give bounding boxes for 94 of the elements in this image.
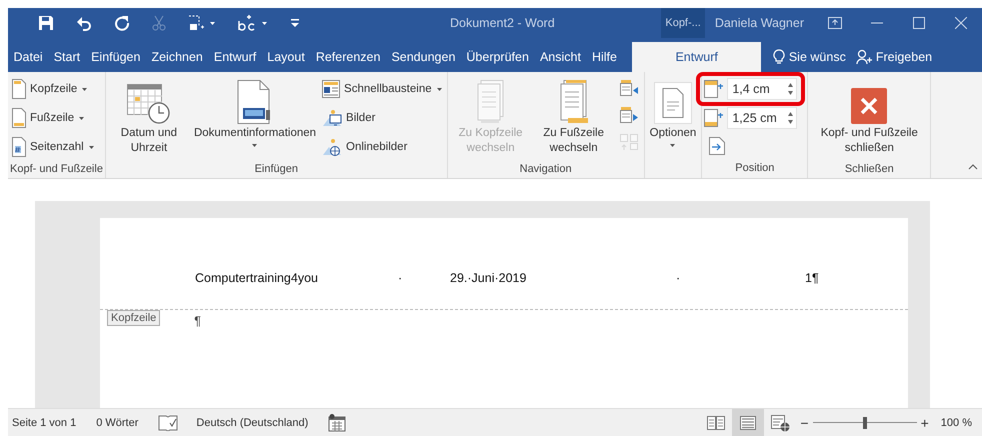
ribbon-tab[interactable]: Überprüfen — [460, 42, 534, 72]
goto-footer-icon — [558, 80, 590, 124]
undo-icon — [76, 15, 92, 31]
macro-recorder-icon — [328, 414, 346, 432]
paragraph-mark: ¶ — [194, 314, 201, 328]
spelling-icon — [238, 15, 256, 31]
read-mode-icon — [706, 414, 726, 430]
ribbon-button[interactable]: Schnellbausteine — [320, 76, 445, 102]
document-info-icon — [236, 80, 273, 124]
share-button[interactable]: Freigeben — [852, 42, 936, 72]
view-button[interactable] — [732, 409, 764, 436]
ribbon-button[interactable]: Fußzeile — [10, 105, 97, 131]
ribbon-button[interactable]: Kopfzeile — [10, 76, 97, 102]
header-text: 29.·Juni·2019 — [450, 271, 528, 285]
lightbulb-icon — [772, 49, 785, 65]
caret-icon — [669, 143, 676, 148]
ribbon-button[interactable]: Kopf- und Fußzeile schließen — [810, 76, 928, 160]
proofing-book-icon — [158, 414, 178, 430]
alignment-tab-icon — [709, 137, 726, 155]
close-icon — [955, 17, 967, 29]
spin-field[interactable]: 1,25 cm — [727, 107, 798, 129]
header-label: Kopfzeile — [107, 310, 160, 326]
page-footer-icon — [12, 108, 26, 128]
ribbon-tab[interactable]: Hilfe — [586, 42, 622, 72]
ribbon-button[interactable]: Zu Fußzeile wechseln — [532, 76, 615, 160]
zoom-in-button[interactable]: + — [916, 414, 933, 430]
print-layout-icon — [738, 414, 758, 430]
group-label: Schließen — [844, 163, 894, 175]
ribbon-tab[interactable]: Entwurf — [208, 42, 262, 72]
ribbon-tab[interactable]: Layout — [262, 42, 310, 72]
page-number-icon — [12, 137, 26, 157]
window-title: Dokument2 - Word — [450, 16, 555, 30]
spin-field[interactable]: 1,4 cm — [727, 78, 798, 100]
header-text: · — [398, 271, 404, 285]
ribbon-tab[interactable]: Sendungen — [386, 42, 461, 72]
word-count[interactable]: 0 Wörter — [96, 416, 138, 428]
language[interactable]: Deutsch (Deutschland) — [196, 416, 308, 428]
maximize-icon — [913, 17, 925, 29]
person-add-icon — [856, 49, 872, 65]
previous-section-icon — [618, 79, 639, 97]
ribbon-display-icon — [828, 17, 842, 29]
caret-icon — [436, 86, 443, 92]
group-label: Navigation — [520, 163, 572, 175]
picture-icon — [322, 109, 342, 127]
ribbon-tab[interactable]: Einfügen — [86, 42, 146, 72]
redo-icon — [114, 15, 130, 31]
zoom-level[interactable]: 100 % — [940, 416, 972, 428]
save-icon — [38, 15, 54, 31]
ribbon-button[interactable]: Datum und Uhrzeit — [108, 76, 190, 160]
web-layout-icon — [770, 414, 790, 432]
header-position-icon — [704, 80, 724, 98]
ribbon-button[interactable]: Dokumentinformationen — [190, 76, 320, 160]
group-label: Position — [735, 162, 774, 174]
ribbon-tab[interactable]: Referenzen — [310, 42, 386, 72]
ribbon-button[interactable]: Onlinebilder — [320, 134, 445, 160]
page-count[interactable]: Seite 1 von 1 — [12, 416, 76, 428]
zoom-slider-thumb[interactable] — [862, 416, 867, 428]
ribbon-tab[interactable]: Entwurf — [632, 42, 761, 72]
group-label: Kopf- und Fußzeile — [10, 163, 103, 175]
ribbon-tab[interactable]: Datei — [8, 42, 48, 72]
group-label: Einfügen — [254, 163, 298, 175]
caret-icon — [88, 144, 95, 150]
ribbon-button[interactable]: Optionen — [646, 76, 700, 160]
scissors-icon — [152, 15, 166, 31]
caret-icon — [81, 86, 88, 92]
ribbon-tab[interactable]: Ansicht — [534, 42, 586, 72]
ribbon-tab[interactable]: Zeichnen — [146, 42, 208, 72]
spinner-icon — [787, 111, 794, 125]
footer-position-icon — [704, 109, 724, 127]
collapse-ribbon-icon — [968, 164, 978, 170]
caret-icon — [261, 20, 268, 26]
caret-icon — [209, 20, 216, 26]
quick-parts-icon — [322, 80, 340, 98]
next-section-icon — [618, 106, 639, 124]
ribbon-tab[interactable]: Start — [48, 42, 86, 72]
header-text: Computertraining4you — [195, 271, 319, 285]
ribbon-button[interactable]: Seitenzahl — [10, 134, 97, 160]
screenshot-icon — [188, 15, 204, 31]
online-picture-icon — [322, 138, 342, 156]
customize-icon — [290, 18, 300, 28]
close-icon — [851, 88, 888, 124]
contextual-tab-title: Kopf-... — [661, 8, 705, 38]
spinner-icon — [787, 82, 794, 96]
header-text: 1¶ — [805, 271, 820, 285]
caret-icon — [78, 116, 86, 120]
user-name[interactable]: Daniela Wagner — [714, 16, 804, 30]
caret-icon — [251, 143, 258, 148]
ribbon-button[interactable]: Bilder — [320, 105, 445, 131]
link-previous-icon — [618, 133, 639, 151]
zoom-out-button[interactable]: − — [796, 414, 813, 430]
tell-me-button[interactable]: Sie wünsc — [768, 42, 850, 72]
calendar-clock-icon — [126, 84, 171, 124]
header-text: · — [676, 271, 682, 285]
page-header-icon — [12, 79, 26, 99]
